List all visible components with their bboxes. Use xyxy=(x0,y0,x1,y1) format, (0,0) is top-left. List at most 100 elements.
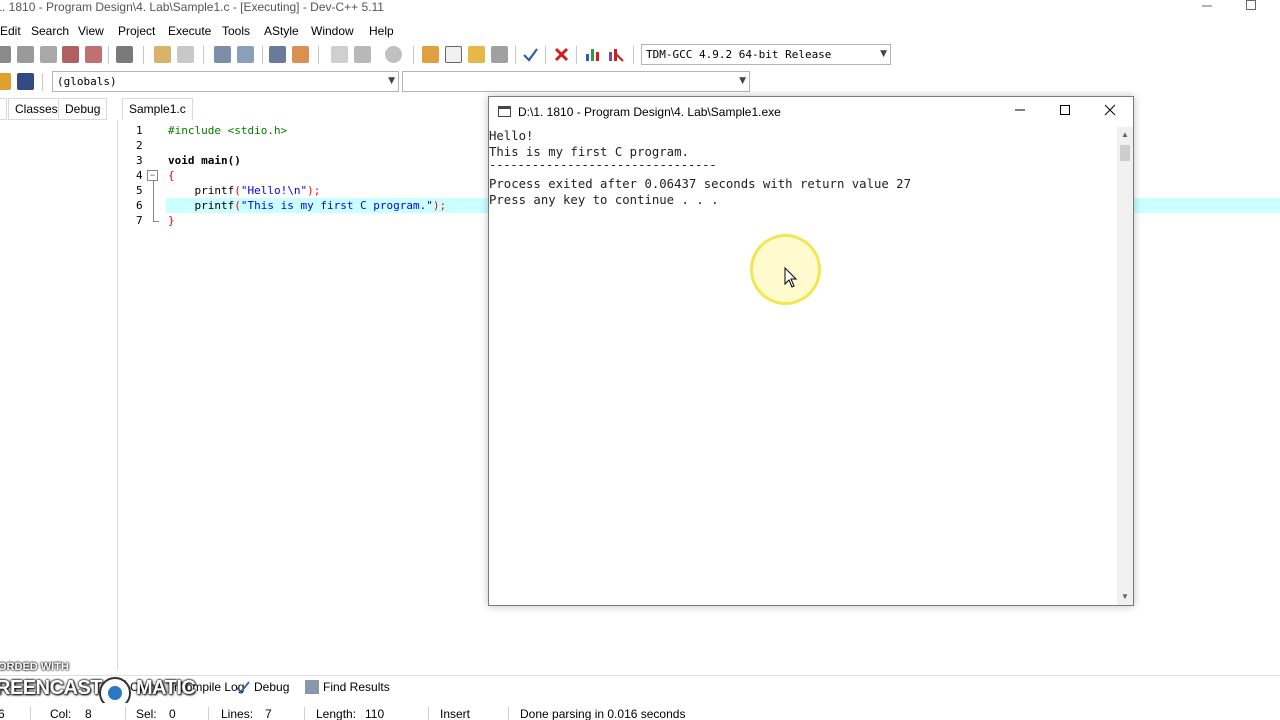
line-number: 1 xyxy=(136,124,143,137)
profile-chart-icon[interactable] xyxy=(584,46,601,63)
tab-project[interactable] xyxy=(0,98,7,120)
status-lines-label: Lines: xyxy=(221,707,254,720)
editor-tab-sample1[interactable]: Sample1.c xyxy=(122,98,193,120)
toggle-bookmark-icon[interactable] xyxy=(17,73,34,90)
console-title: D:\1. 1810 - Program Design\4. Lab\Sampl… xyxy=(518,105,781,119)
console-scrollbar[interactable]: ▲ ▼ xyxy=(1117,127,1133,605)
stop-execution-icon[interactable] xyxy=(553,46,570,63)
scroll-down-icon[interactable]: ▼ xyxy=(1117,589,1133,605)
minimize-icon[interactable] xyxy=(1184,0,1230,20)
redo-icon[interactable] xyxy=(177,46,194,63)
status-col-label: Col: xyxy=(50,707,72,720)
console-line: Hello! xyxy=(489,129,534,143)
insert-icon[interactable] xyxy=(0,73,11,90)
console-titlebar[interactable]: D:\1. 1810 - Program Design\4. Lab\Sampl… xyxy=(489,97,1133,127)
console-maximize-button[interactable] xyxy=(1042,97,1087,127)
status-message: Done parsing in 0.016 seconds xyxy=(520,707,686,720)
tab-find-results[interactable]: Find Results xyxy=(305,680,390,694)
indent-icon[interactable] xyxy=(269,46,286,63)
toolbar-separator xyxy=(143,46,144,64)
main-toolbar: TDM-GCC 4.9.2 64-bit Release ▼ xyxy=(0,42,1280,68)
window-titlebar: \1. 1810 - Program Design\4. Lab\Sample1… xyxy=(0,0,1280,20)
console-minimize-button[interactable] xyxy=(997,97,1042,127)
toolbar-separator xyxy=(203,46,204,64)
menu-project[interactable]: Project xyxy=(118,24,155,38)
find-icon[interactable] xyxy=(214,46,231,63)
print-icon[interactable] xyxy=(116,46,133,63)
menu-execute[interactable]: Execute xyxy=(168,24,211,38)
tab-classes[interactable]: Classes xyxy=(8,98,65,120)
status-divider xyxy=(508,707,509,720)
status-divider xyxy=(30,707,31,720)
fold-collapse-icon[interactable]: − xyxy=(147,170,158,181)
undo-icon[interactable] xyxy=(154,46,171,63)
new-file-icon[interactable] xyxy=(0,46,11,63)
compiler-select[interactable]: TDM-GCC 4.9.2 64-bit Release ▼ xyxy=(641,44,891,65)
bookmark-icon[interactable] xyxy=(385,46,402,63)
status-divider xyxy=(428,707,429,720)
code-line-7: } xyxy=(168,214,175,227)
toolbar-separator xyxy=(318,46,319,64)
console-close-button[interactable] xyxy=(1087,97,1132,127)
chevron-down-icon: ▼ xyxy=(739,76,746,86)
save-icon[interactable] xyxy=(40,46,57,63)
replace-icon[interactable] xyxy=(237,46,254,63)
compiler-select-value: TDM-GCC 4.9.2 64-bit Release xyxy=(646,48,832,61)
goto-forward-icon[interactable] xyxy=(354,46,371,63)
menu-search[interactable]: Search xyxy=(31,24,69,38)
compile-icon[interactable] xyxy=(422,46,439,63)
line-number: 2 xyxy=(136,139,143,152)
menu-bar: Edit Search View Project Execute Tools A… xyxy=(0,20,1280,42)
close-file-icon[interactable] xyxy=(85,46,102,63)
code-line-6: printf("This is my first C program."); xyxy=(168,199,447,212)
tab-debug-output[interactable]: Debug xyxy=(236,680,289,694)
menu-view[interactable]: View xyxy=(78,24,104,38)
class-browser-panel[interactable] xyxy=(0,120,118,670)
delete-profile-icon[interactable] xyxy=(607,46,624,63)
scroll-up-icon[interactable]: ▲ xyxy=(1117,127,1133,143)
status-bar: 6 Col: 8 Sel: 0 Lines: 7 Length: 110 Ins… xyxy=(0,703,1280,720)
toolbar-separator xyxy=(633,46,634,64)
line-number: 4 xyxy=(136,169,143,182)
members-select[interactable]: ▼ xyxy=(402,71,750,92)
mouse-pointer-icon xyxy=(784,267,798,288)
menu-help[interactable]: Help xyxy=(369,24,394,38)
chevron-down-icon: ▼ xyxy=(388,76,395,86)
tab-debug[interactable]: Debug xyxy=(58,98,108,120)
menu-tools[interactable]: Tools xyxy=(222,24,250,38)
run-icon[interactable] xyxy=(445,46,462,63)
status-line: 6 xyxy=(0,707,5,720)
watermark-line1: ORDED WITH xyxy=(0,661,69,673)
line-number: 3 xyxy=(136,154,143,167)
window-title: \1. 1810 - Program Design\4. Lab\Sample1… xyxy=(0,0,384,14)
toolbar-separator xyxy=(576,46,577,64)
menu-astyle[interactable]: AStyle xyxy=(264,24,299,38)
console-window[interactable]: D:\1. 1810 - Program Design\4. Lab\Sampl… xyxy=(488,96,1134,606)
compile-run-icon[interactable] xyxy=(468,46,485,63)
maximize-icon[interactable] xyxy=(1228,0,1274,20)
close-icon xyxy=(1104,104,1115,116)
toolbar-separator xyxy=(413,46,414,64)
console-line: This is my first C program. xyxy=(489,145,689,159)
scrollbar-thumb[interactable] xyxy=(1120,145,1130,161)
status-length-label: Length: xyxy=(316,707,357,720)
goto-back-icon[interactable] xyxy=(331,46,348,63)
unindent-icon[interactable] xyxy=(292,46,309,63)
check-syntax-icon[interactable] xyxy=(522,46,539,63)
menu-window[interactable]: Window xyxy=(311,24,354,38)
rebuild-icon[interactable] xyxy=(491,46,508,63)
toolbar-separator xyxy=(515,46,516,64)
save-all-icon[interactable] xyxy=(62,46,79,63)
screencast-watermark: ORDED WITH REENCAST MATIC xyxy=(0,661,200,709)
status-mode: Insert xyxy=(440,707,471,720)
console-app-icon xyxy=(498,106,511,117)
fold-guide-end xyxy=(153,221,159,222)
globals-select[interactable]: (globals) ▼ xyxy=(52,71,399,92)
toolbar-separator xyxy=(42,73,43,91)
open-file-icon[interactable] xyxy=(17,46,34,63)
line-number: 5 xyxy=(136,184,143,197)
console-output[interactable]: Hello! This is my first C program. -----… xyxy=(489,127,1117,605)
menu-edit[interactable]: Edit xyxy=(0,24,21,38)
status-sel-label: Sel: xyxy=(136,707,157,720)
toolbar-separator xyxy=(262,46,263,64)
